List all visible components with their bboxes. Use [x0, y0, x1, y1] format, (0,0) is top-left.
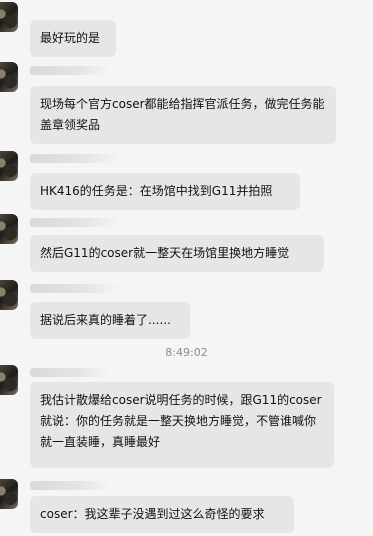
sender-name-blurred — [30, 284, 120, 293]
avatar[interactable] — [0, 365, 18, 395]
message-bubble: HK416的任务是：在场馆中找到G11并拍照 — [30, 173, 300, 210]
message-bubble: 最好玩的是 — [30, 20, 116, 57]
avatar[interactable] — [0, 280, 18, 310]
message-bubble: 据说后来真的睡着了...... — [30, 302, 190, 339]
message-bubble: coser：我这辈子没遇到过这么奇怪的要求 — [30, 496, 294, 533]
message-bubble: 现场每个官方coser都能给指挥官派任务，做完任务能盖章领奖品 — [30, 86, 336, 144]
sender-name-blurred — [30, 218, 120, 227]
avatar[interactable] — [0, 151, 18, 181]
sender-name-blurred — [30, 368, 110, 377]
avatar[interactable] — [0, 479, 18, 509]
message-bubble: 我估计散爆给coser说明任务的时候，跟G11的coser就说：你的任务就是一整… — [30, 382, 334, 468]
sender-name-blurred — [30, 154, 120, 163]
timestamp: 8:49:02 — [165, 346, 208, 359]
avatar[interactable] — [0, 214, 18, 244]
sender-name-blurred — [30, 66, 110, 75]
sender-name-blurred — [30, 481, 110, 490]
avatar[interactable] — [0, 62, 18, 92]
message-bubble: 然后G11的coser就一整天在场馆里换地方睡觉 — [30, 235, 324, 272]
avatar[interactable] — [0, 2, 18, 32]
